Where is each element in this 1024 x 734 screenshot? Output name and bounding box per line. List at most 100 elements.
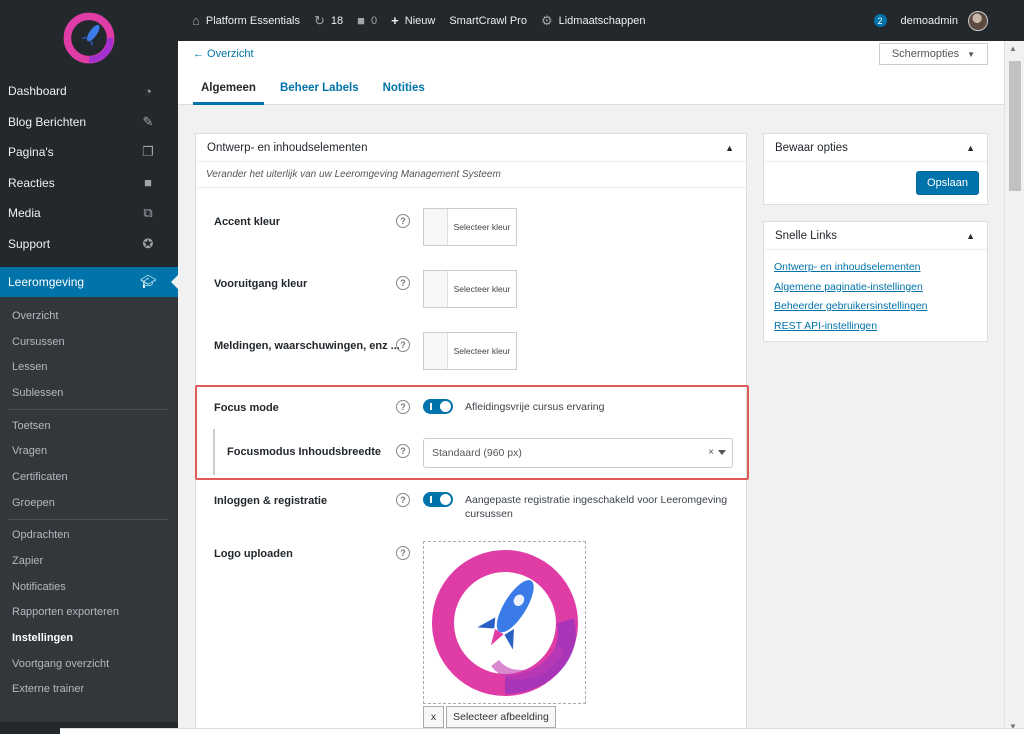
- dashboard-icon: ◔: [144, 83, 152, 99]
- tab-beheer-labels[interactable]: Beheer Labels: [272, 79, 367, 105]
- sidebar-item-label: Reacties: [8, 175, 55, 190]
- logo-preview: [423, 541, 586, 704]
- box-title: Bewaar opties: [775, 141, 848, 154]
- plus-icon: +: [391, 13, 399, 28]
- notices-color-picker[interactable]: Selecteer kleur: [423, 332, 517, 370]
- notices-color-label: Meldingen, waarschuwingen, enz ...: [214, 340, 400, 352]
- submenu-item[interactable]: Externe trainer: [0, 677, 178, 703]
- logo-upload-label: Logo uploaden: [214, 548, 293, 560]
- submenu-item[interactable]: Toetsen: [0, 413, 178, 439]
- color-swatch: [424, 271, 448, 307]
- submenu-item[interactable]: Zapier: [0, 548, 178, 574]
- submenu-item[interactable]: Groepen: [0, 490, 178, 516]
- help-icon[interactable]: ?: [396, 338, 410, 352]
- save-button[interactable]: Opslaan: [916, 171, 979, 195]
- help-icon[interactable]: ?: [396, 214, 410, 228]
- box-header[interactable]: Snelle Links ▲: [764, 222, 987, 250]
- home-icon: ⌂: [192, 13, 200, 28]
- quick-link[interactable]: REST API-instellingen: [774, 317, 977, 337]
- select-color-label: Selecteer kleur: [453, 222, 511, 232]
- sidebar-item-comments[interactable]: Reacties ■: [0, 168, 178, 199]
- notification-badge[interactable]: 2: [873, 14, 887, 27]
- submenu-item[interactable]: Overzicht: [0, 303, 178, 329]
- smartcrawl-link[interactable]: SmartCrawl Pro: [449, 15, 527, 27]
- toggle-knob: [440, 494, 451, 505]
- rocket-logo-icon: [63, 12, 115, 64]
- page-scrollbar[interactable]: ▲ ▼: [1004, 41, 1024, 734]
- focus-mode-label: Focus mode: [214, 402, 279, 414]
- help-icon[interactable]: ?: [396, 493, 410, 507]
- sidebar-item-dashboard[interactable]: Dashboard ◔: [0, 76, 178, 107]
- sidebar-item-media[interactable]: Media ⧉: [0, 198, 178, 229]
- collapse-arrow-icon[interactable]: ▲: [966, 143, 975, 153]
- site-logo[interactable]: [0, 0, 178, 76]
- comments-count: 0: [371, 14, 378, 27]
- back-to-overview-link[interactable]: ← Overzicht: [193, 48, 254, 60]
- scroll-thumb[interactable]: [1009, 61, 1021, 191]
- media-icon: ⧉: [143, 205, 153, 221]
- comments-link[interactable]: ■ 0: [357, 13, 377, 28]
- toggle-on-mark: [430, 403, 432, 410]
- submenu-item[interactable]: Cursussen: [0, 329, 178, 355]
- new-label: Nieuw: [404, 14, 436, 27]
- scroll-up-icon[interactable]: ▲: [1009, 44, 1017, 53]
- save-options-box: Bewaar opties ▲ Opslaan: [763, 133, 988, 205]
- tab-notities[interactable]: Notities: [375, 79, 433, 105]
- submenu-item[interactable]: Opdrachten: [0, 523, 178, 549]
- quick-link[interactable]: Algemene paginatie-instellingen: [774, 278, 977, 298]
- sidebar-item-pages[interactable]: Pagina's ❐: [0, 137, 178, 168]
- admin-sidebar: Dashboard ◔ Blog Berichten ✎ Pagina's ❐ …: [0, 0, 178, 734]
- user-name[interactable]: demoadmin: [901, 15, 958, 27]
- select-image-button[interactable]: Selecteer afbeelding: [446, 706, 556, 728]
- focus-mode-toggle[interactable]: [423, 399, 453, 414]
- submenu-item[interactable]: Lessen: [0, 354, 178, 380]
- updates-link[interactable]: ↻ 18: [314, 13, 343, 29]
- sidebar-item-label: Dashboard: [8, 84, 67, 99]
- avatar[interactable]: [968, 10, 988, 31]
- sidebar-item-label: Blog Berichten: [8, 114, 87, 129]
- tab-algemeen[interactable]: Algemeen: [193, 79, 264, 105]
- sidebar-submenu: Overzicht Cursussen Lessen Sublessen Toe…: [0, 297, 178, 723]
- submenu-item[interactable]: Notificaties: [0, 574, 178, 600]
- collapse-arrow-icon[interactable]: ▲: [966, 231, 975, 241]
- submenu-item[interactable]: Voortgang overzicht: [0, 651, 178, 677]
- select-color-label: Selecteer kleur: [453, 284, 511, 294]
- accent-color-label: Accent kleur: [214, 216, 281, 228]
- accent-color-picker[interactable]: Selecteer kleur: [423, 208, 517, 246]
- help-icon[interactable]: ?: [396, 276, 410, 290]
- help-icon[interactable]: ?: [396, 546, 410, 560]
- focus-width-select[interactable]: Standaard (960 px) ×: [423, 438, 733, 468]
- sidebar-item-support[interactable]: Support ✪: [0, 229, 178, 260]
- progress-color-picker[interactable]: Selecteer kleur: [423, 270, 517, 308]
- collapse-arrow-icon[interactable]: ▲: [725, 143, 734, 153]
- submenu-item[interactable]: Vragen: [0, 438, 178, 464]
- site-name-link[interactable]: ⌂ Platform Essentials: [192, 13, 300, 28]
- sidebar-item-blog-posts[interactable]: Blog Berichten ✎: [0, 107, 178, 138]
- color-swatch: [424, 209, 448, 245]
- quick-link[interactable]: Ontwerp- en inhoudselementen: [774, 258, 977, 278]
- box-header[interactable]: Ontwerp- en inhoudselementen ▲: [196, 134, 746, 162]
- comment-bubble-icon: ■: [357, 13, 366, 28]
- submenu-item[interactable]: Sublessen: [0, 380, 178, 406]
- box-header[interactable]: Bewaar opties ▲: [764, 134, 987, 162]
- progress-color-label: Vooruitgang kleur: [214, 278, 308, 290]
- clear-selection-icon[interactable]: ×: [708, 447, 714, 458]
- plugin-label: SmartCrawl Pro: [449, 14, 527, 27]
- submenu-item-current[interactable]: Instellingen: [0, 625, 178, 651]
- help-icon[interactable]: ?: [396, 444, 410, 458]
- sidebar-item-leeromgeving[interactable]: Leeromgeving 🎓︎: [0, 267, 178, 297]
- rocket-logo-icon: [431, 549, 578, 696]
- new-content-link[interactable]: + Nieuw: [391, 13, 435, 28]
- remove-image-button[interactable]: x: [423, 706, 444, 728]
- memberships-link[interactable]: ⚙ Lidmaatschappen: [541, 13, 646, 29]
- dropdown-arrow-icon[interactable]: [718, 450, 726, 455]
- toggle-on-mark: [430, 496, 432, 503]
- quick-link[interactable]: Beheerder gebruikersinstellingen: [774, 297, 977, 317]
- login-registration-toggle[interactable]: [423, 492, 453, 507]
- screen-options-button[interactable]: Schermopties ▼: [878, 43, 988, 65]
- updates-icon: ↻: [314, 12, 325, 28]
- submenu-item[interactable]: Rapporten exporteren: [0, 600, 178, 626]
- help-icon[interactable]: ?: [396, 400, 410, 414]
- bottom-strip: [60, 728, 1024, 734]
- submenu-item[interactable]: Certificaten: [0, 464, 178, 490]
